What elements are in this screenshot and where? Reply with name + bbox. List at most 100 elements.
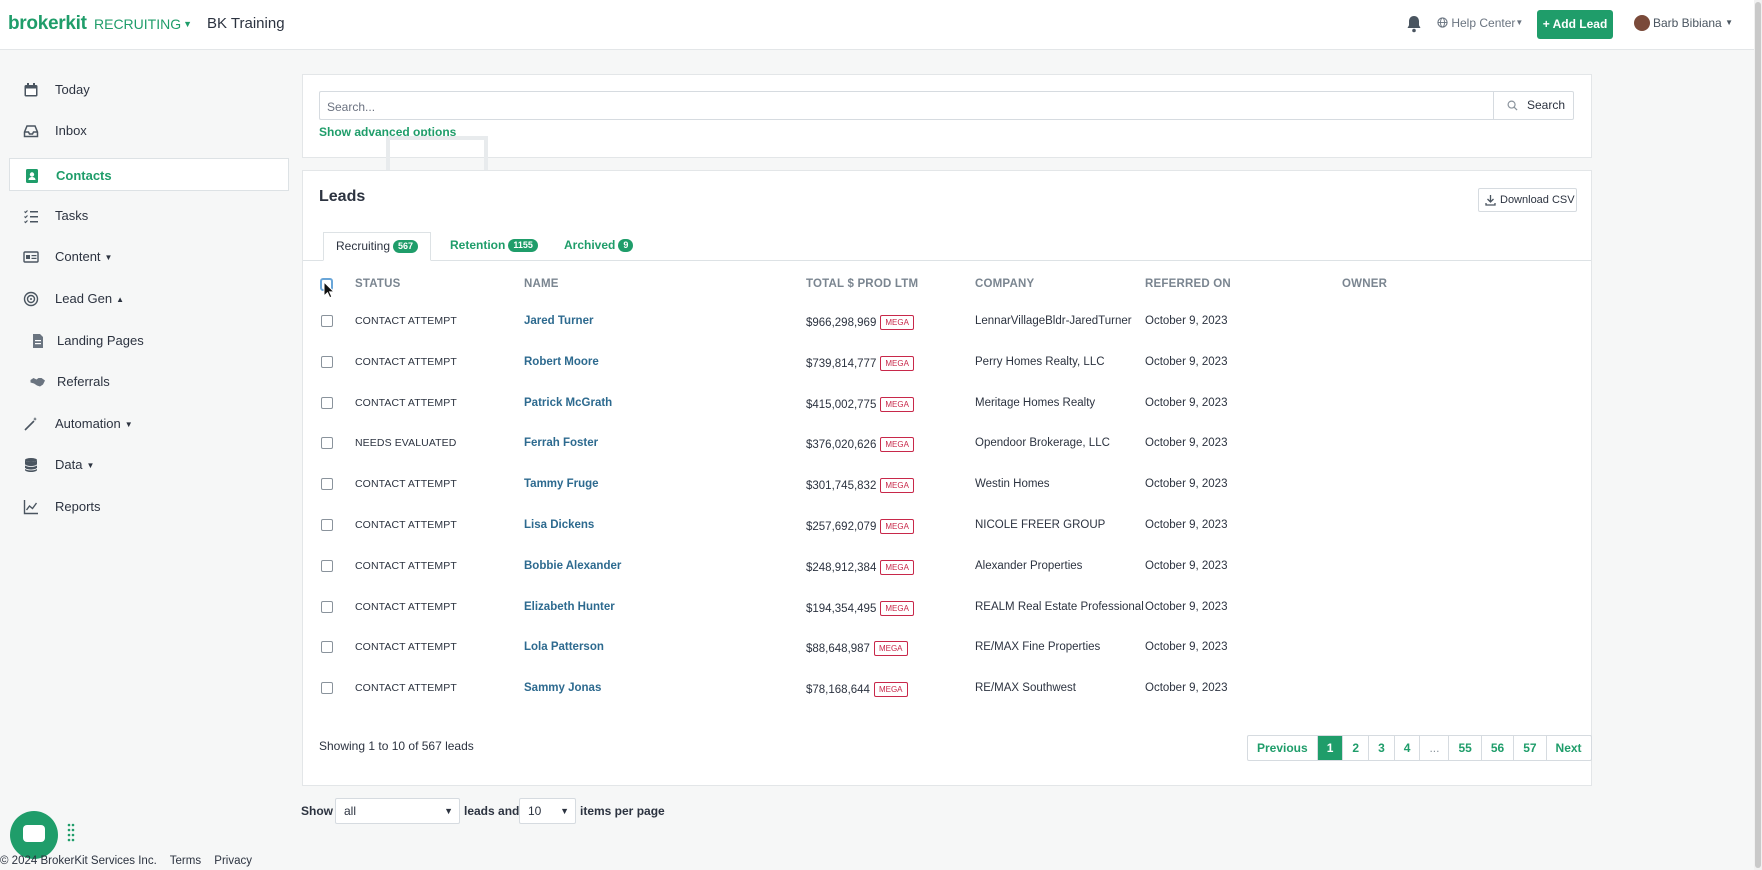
sidebar-item-tasks[interactable]: Tasks [9,199,289,232]
lead-name-link[interactable]: Robert Moore [524,356,599,368]
module-label: RECRUITING [94,16,182,32]
search-input[interactable]: Search... [319,91,1493,120]
tab-label: Recruiting [336,239,391,253]
table-row[interactable]: CONTACT ATTEMPT Sammy Jonas $78,168,644 MEG… [303,669,1591,710]
lead-name-link[interactable]: Sammy Jonas [524,682,601,694]
brokerkit-logo[interactable]: brokerkit [8,13,87,35]
tab-recruiting[interactable]: Recruiting 567 [323,232,432,261]
page-55[interactable]: 55 [1448,736,1480,760]
chart-icon [23,500,38,515]
referred-on-cell: October 9, 2023 [1145,478,1228,491]
sidebar-item-content[interactable]: Content ▼ [9,240,289,273]
page-previous[interactable]: Previous [1248,736,1317,760]
row-checkbox[interactable] [321,600,333,613]
per-page-value: 10 [528,804,542,818]
chat-widget-button[interactable] [10,811,58,859]
chevron-down-icon: ▼ [183,19,193,29]
leads-filter-select[interactable]: all ▼ [335,798,460,824]
column-header-company[interactable]: COMPANY [975,278,1034,290]
row-checkbox[interactable] [321,559,333,572]
page-56[interactable]: 56 [1480,736,1513,760]
sidebar-item-data[interactable]: Data ▼ [9,448,289,481]
table-row[interactable]: CONTACT ATTEMPT Lisa Dickens $257,692,079 M… [303,506,1591,547]
referred-on-cell: October 9, 2023 [1145,519,1228,531]
module-switcher[interactable]: RECRUITING ▼ [94,16,192,32]
table-row[interactable]: CONTACT ATTEMPT Elizabeth Hunter $194,354,… [303,588,1591,629]
sidebar-item-inbox[interactable]: Inbox [9,114,289,147]
per-page-select[interactable]: 10 ▼ [519,798,576,824]
leads-and-label: leads and [464,804,520,818]
lead-name-link[interactable]: Lola Patterson [524,641,604,653]
row-checkbox[interactable] [321,396,333,409]
chevron-down-icon: ▼ [560,806,569,816]
status-cell: CONTACT ATTEMPT [355,355,457,368]
tab-retention[interactable]: Retention 1155 [438,232,550,261]
lead-name-link[interactable]: Ferrah Foster [524,437,598,449]
table-row[interactable]: CONTACT ATTEMPT Patrick McGrath $415,002,7… [303,384,1591,425]
page-4[interactable]: 4 [1393,736,1420,760]
page-1[interactable]: 1 [1316,736,1343,760]
prod-value: $248,912,384 [806,561,877,574]
scrollbar-thumb[interactable] [1755,2,1761,868]
bell-icon[interactable] [1406,15,1422,33]
column-header-referred[interactable]: REFERRED ON [1145,278,1231,290]
row-checkbox[interactable] [321,519,333,531]
prod-cell: $78,168,644 MEGA [806,682,908,698]
column-header-name[interactable]: NAME [524,278,559,290]
table-row[interactable]: CONTACT ATTEMPT Bobbie Alexander $248,912,… [303,547,1591,588]
sidebar-item-lead-gen[interactable]: Lead Gen ▲ [9,282,289,315]
chevron-down-icon: ▼ [104,253,113,262]
row-checkbox[interactable] [321,437,333,450]
database-icon [24,458,38,472]
tab-label: Retention [450,238,506,252]
lead-name-link[interactable]: Tammy Fruge [524,478,599,490]
page-2[interactable]: 2 [1342,736,1368,760]
sidebar-item-reports[interactable]: Reports [9,490,289,523]
help-center-menu[interactable]: Help Center▼ [1437,16,1523,30]
terms-link[interactable]: Terms [170,855,201,867]
table-row[interactable]: CONTACT ATTEMPT Lola Patterson $88,648,987… [303,628,1591,669]
drag-handle-icon[interactable] [67,823,75,845]
column-header-status[interactable]: STATUS [355,278,401,290]
column-header-prod[interactable]: TOTAL $ PROD LTM [806,278,918,290]
lead-name-link[interactable]: Patrick McGrath [524,397,612,409]
sidebar-item-contacts[interactable]: Contacts [9,158,289,191]
table-row[interactable]: CONTACT ATTEMPT Jared Turner $966,298,969 M… [303,302,1591,343]
user-menu[interactable]: Barb Bibiana ▼ [1634,15,1733,31]
row-checkbox[interactable] [321,641,333,654]
privacy-link[interactable]: Privacy [214,855,252,867]
row-checkbox[interactable] [321,478,333,491]
search-button[interactable]: Search [1493,91,1574,120]
table-row[interactable]: NEEDS EVALUATED Ferrah Foster $376,020,626… [303,424,1591,465]
prod-cell: $376,020,626 MEGA [806,437,914,453]
sidebar-item-automation[interactable]: Automation ▼ [9,407,289,440]
sidebar-item-landing-pages[interactable]: Landing Pages [9,324,289,357]
lead-name-link[interactable]: Elizabeth Hunter [524,601,615,613]
row-checkbox[interactable] [321,682,333,695]
prod-cell: $966,298,969 MEGA [806,315,914,330]
chat-bubble-icon [23,825,45,842]
sidebar-item-today[interactable]: Today [9,73,289,106]
add-lead-button[interactable]: + Add Lead [1537,10,1613,39]
tasks-icon [24,210,38,224]
sidebar-item-referrals[interactable]: Referrals [9,365,289,398]
table-row[interactable]: CONTACT ATTEMPT Tammy Fruge $301,745,832 ME… [303,465,1591,506]
lead-name-link[interactable]: Bobbie Alexander [524,560,621,572]
leads-panel: Leads Download CSV Recruiting 567 Retenti… [302,170,1592,786]
table-row[interactable]: CONTACT ATTEMPT Robert Moore $739,814,777 M… [303,343,1591,384]
page-next[interactable]: Next [1545,736,1591,760]
search-icon [1507,100,1518,111]
download-csv-button[interactable]: Download CSV [1478,188,1577,212]
lead-name-link[interactable]: Jared Turner [524,315,593,327]
mega-badge: MEGA [880,519,914,534]
mega-badge: MEGA [873,682,908,698]
page-3[interactable]: 3 [1368,736,1394,760]
tab-archived[interactable]: Archived 9 [552,232,645,261]
lead-name-link[interactable]: Lisa Dickens [524,519,594,531]
status-cell: NEEDS EVALUATED [355,437,457,450]
page-57[interactable]: 57 [1513,736,1545,760]
content-icon [23,251,39,263]
column-header-owner[interactable]: OWNER [1342,278,1387,290]
row-checkbox[interactable] [321,355,333,368]
row-checkbox[interactable] [321,315,333,327]
